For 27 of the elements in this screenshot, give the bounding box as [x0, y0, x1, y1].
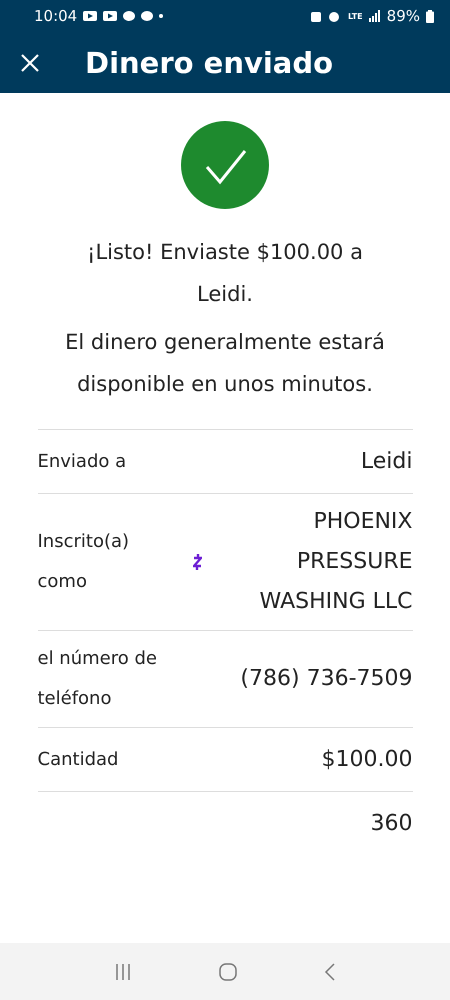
back-button[interactable] [323, 962, 338, 982]
video-play-icon [103, 11, 118, 21]
page-title: Dinero enviado [85, 46, 334, 80]
detail-label: Enviado a [38, 450, 128, 474]
home-button[interactable] [218, 962, 238, 982]
availability-note: El dinero generalmente estará disponible en unos minutos. [65, 329, 385, 398]
close-button[interactable] [20, 52, 40, 72]
zelle-icon [192, 554, 202, 570]
confirmation-message: ¡Listo! Enviaste $100.00 a Leidi. [86, 239, 364, 308]
network-label: LTE [348, 12, 363, 20]
detail-label: Inscrito(a) como [38, 530, 130, 594]
signal-icon [368, 10, 381, 22]
more-notifications-icon [159, 14, 164, 18]
detail-value: PHOENIX PRESSURE WASHING LLC [258, 508, 412, 616]
detail-label: Cantidad [38, 748, 120, 772]
detail-value: 360 [370, 810, 412, 838]
app-notification-icon [123, 11, 136, 21]
status-time: 10:04 [34, 7, 78, 25]
battery-level: 89% [386, 7, 420, 25]
detail-label: el número de teléfono [38, 647, 158, 711]
success-check-icon [181, 121, 269, 209]
app-notification-icon [141, 11, 154, 21]
video-play-icon [83, 11, 98, 21]
battery-icon [426, 10, 434, 22]
detail-value: (786) 736-7509 [239, 665, 412, 693]
detail-value: $100.00 [320, 746, 412, 774]
detail-value: Leidi [360, 448, 412, 476]
